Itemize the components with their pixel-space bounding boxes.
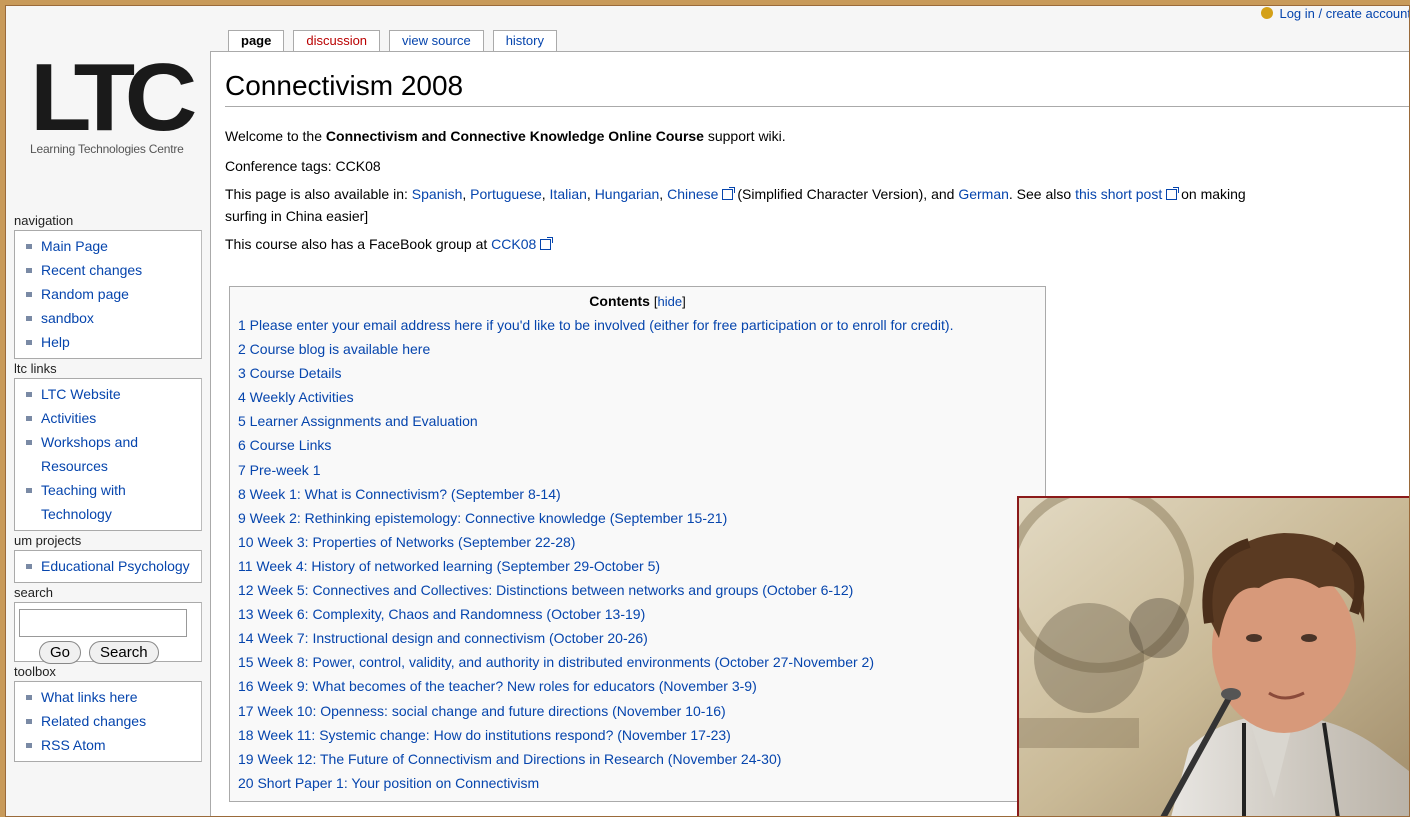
toc-hide-toggle[interactable]: [hide] [654, 294, 686, 309]
external-link-icon [722, 187, 736, 200]
link-portuguese[interactable]: Portuguese [470, 186, 542, 202]
user-icon [1261, 7, 1274, 19]
sidebar-item-main-page[interactable]: Main Page [19, 234, 197, 258]
link-cck08[interactable]: CCK08 [491, 236, 536, 252]
tab-discussion[interactable]: discussion [293, 30, 381, 52]
login-label: Log in / create account [1279, 6, 1410, 21]
toc-item[interactable]: 3 Course Details [238, 361, 1037, 385]
toc-item[interactable]: 10 Week 3: Properties of Networks (Septe… [238, 530, 1037, 554]
sidebar-item-related-changes[interactable]: Related changes [19, 709, 197, 733]
portlet-navigation: navigation Main Page Recent changes Rand… [14, 211, 202, 359]
welcome-post: support wiki. [703, 128, 786, 144]
languages-mid1: (Simplified Character Version), and [733, 186, 959, 202]
toc-item[interactable]: 15 Week 8: Power, control, validity, and… [238, 650, 1037, 674]
toc-title-row: Contents [hide] [238, 293, 1037, 309]
sidebar-item-what-links-here[interactable]: What links here [19, 685, 197, 709]
portlet-body: Main Page Recent changes Random page san… [14, 230, 202, 359]
sidebar-item-sandbox[interactable]: sandbox [19, 306, 197, 330]
toc-item[interactable]: 13 Week 6: Complexity, Chaos and Randomn… [238, 602, 1037, 626]
toc-item[interactable]: 7 Pre-week 1 [238, 458, 1037, 482]
course-name: Connectivism and Connective Knowledge On… [325, 128, 704, 144]
page-tabs: page discussion view source history [228, 30, 566, 52]
toc-item[interactable]: 17 Week 10: Openness: social change and … [238, 699, 1037, 723]
toc-item[interactable]: 4 Weekly Activities [238, 385, 1037, 409]
toc-item[interactable]: 8 Week 1: What is Connectivism? (Septemb… [238, 482, 1037, 506]
languages-post: on making [1177, 186, 1246, 202]
speaker-photo-image [1019, 498, 1409, 816]
link-hungarian[interactable]: Hungarian [595, 186, 660, 202]
portlet-title: ltc links [14, 361, 57, 376]
facebook-pre: This course also has a FaceBook group at [225, 236, 492, 252]
toc-item[interactable]: 9 Week 2: Rethinking epistemology: Conne… [238, 506, 1037, 530]
sidebar-item-help[interactable]: Help [19, 330, 197, 354]
portlet-title: um projects [14, 533, 82, 548]
portlet-title: toolbox [14, 664, 56, 679]
external-link-icon [1166, 187, 1180, 200]
portlet-body: Educational Psychology [14, 550, 202, 583]
link-italian[interactable]: Italian [550, 186, 587, 202]
sidebar-item-educational-psychology[interactable]: Educational Psychology [19, 554, 197, 578]
toc-list: 1 Please enter your email address here i… [238, 313, 1037, 795]
sidebar-item-rss-atom[interactable]: RSS Atom [19, 733, 197, 757]
toc-hide-link[interactable]: hide [657, 294, 682, 309]
logo-text: LTC [30, 44, 197, 151]
portlet-ltc-links: ltc links LTC Website Activities Worksho… [14, 359, 202, 531]
welcome-paragraph: Welcome to the Connectivism and Connecti… [225, 125, 1409, 147]
ltc-logo[interactable]: LTC Learning Technologies Centre [30, 50, 200, 168]
speaker-photo [1017, 496, 1409, 816]
toc-item[interactable]: 5 Learner Assignments and Evaluation [238, 409, 1037, 433]
portlet-body: What links here Related changes RSS Atom [14, 681, 202, 762]
languages-mid2: . See also [1008, 186, 1076, 202]
languages-paragraph: This page is also available in: Spanish,… [225, 186, 1246, 224]
tab-history[interactable]: history [492, 30, 557, 52]
toc-item[interactable]: 16 Week 9: What becomes of the teacher? … [238, 674, 1037, 698]
login-link[interactable]: Log in / create account [1261, 6, 1410, 21]
languages-line2: surfing in China easier] [225, 208, 369, 224]
link-short-post[interactable]: this short post [1075, 186, 1162, 202]
link-spanish[interactable]: Spanish [412, 186, 463, 202]
sidebar-item-workshops[interactable]: Workshops and Resources [19, 430, 197, 478]
toc-item[interactable]: 2 Course blog is available here [238, 337, 1037, 361]
toc-item[interactable]: 18 Week 11: Systemic change: How do inst… [238, 723, 1037, 747]
portlet-body: LTC Website Activities Workshops and Res… [14, 378, 202, 531]
welcome-pre: Welcome to the [225, 128, 326, 144]
portlet-title: search [14, 585, 54, 600]
sidebar: navigation Main Page Recent changes Rand… [14, 211, 202, 762]
conference-tags: Conference tags: CCK08 [225, 158, 381, 174]
toc-item[interactable]: 14 Week 7: Instructional design and conn… [238, 626, 1037, 650]
search-input[interactable] [19, 609, 187, 637]
search-button[interactable]: Search [89, 641, 159, 664]
toc-item[interactable]: 19 Week 12: The Future of Connectivism a… [238, 747, 1037, 771]
tab-page[interactable]: page [228, 30, 285, 52]
languages-pre: This page is also available in: [225, 186, 412, 202]
sidebar-item-activities[interactable]: Activities [19, 406, 197, 430]
go-button[interactable]: Go [39, 641, 82, 664]
toc-item[interactable]: 1 Please enter your email address here i… [238, 313, 1037, 337]
portlet-toolbox: toolbox What links here Related changes … [14, 662, 202, 762]
toc-item[interactable]: 20 Short Paper 1: Your position on Conne… [238, 771, 1037, 795]
wiki-window: LTC Learning Technologies Centre page di… [5, 5, 1410, 817]
page-title: Connectivism 2008 [225, 70, 1409, 107]
link-chinese[interactable]: Chinese [667, 186, 718, 202]
external-link-icon [540, 237, 554, 250]
tab-view-source[interactable]: view source [389, 30, 484, 52]
facebook-paragraph: This course also has a FaceBook group at… [225, 233, 1409, 255]
toc-item[interactable]: 6 Course Links [238, 433, 1037, 457]
portlet-title: navigation [14, 213, 74, 228]
sidebar-item-ltc-website[interactable]: LTC Website [19, 382, 197, 406]
table-of-contents: Contents [hide] 1 Please enter your emai… [229, 286, 1046, 802]
sidebar-item-random-page[interactable]: Random page [19, 282, 197, 306]
portlet-search: search Go Search [14, 583, 202, 664]
toc-item[interactable]: 11 Week 4: History of networked learning… [238, 554, 1037, 578]
portlet-um-projects: um projects Educational Psychology [14, 531, 202, 583]
sidebar-item-recent-changes[interactable]: Recent changes [19, 258, 197, 282]
portlet-body: Go Search [14, 602, 202, 664]
link-german[interactable]: German [958, 186, 1009, 202]
sidebar-item-teaching[interactable]: Teaching with Technology [19, 478, 197, 526]
toc-item[interactable]: 12 Week 5: Connectives and Collectives: … [238, 578, 1037, 602]
toc-title: Contents [589, 293, 650, 309]
